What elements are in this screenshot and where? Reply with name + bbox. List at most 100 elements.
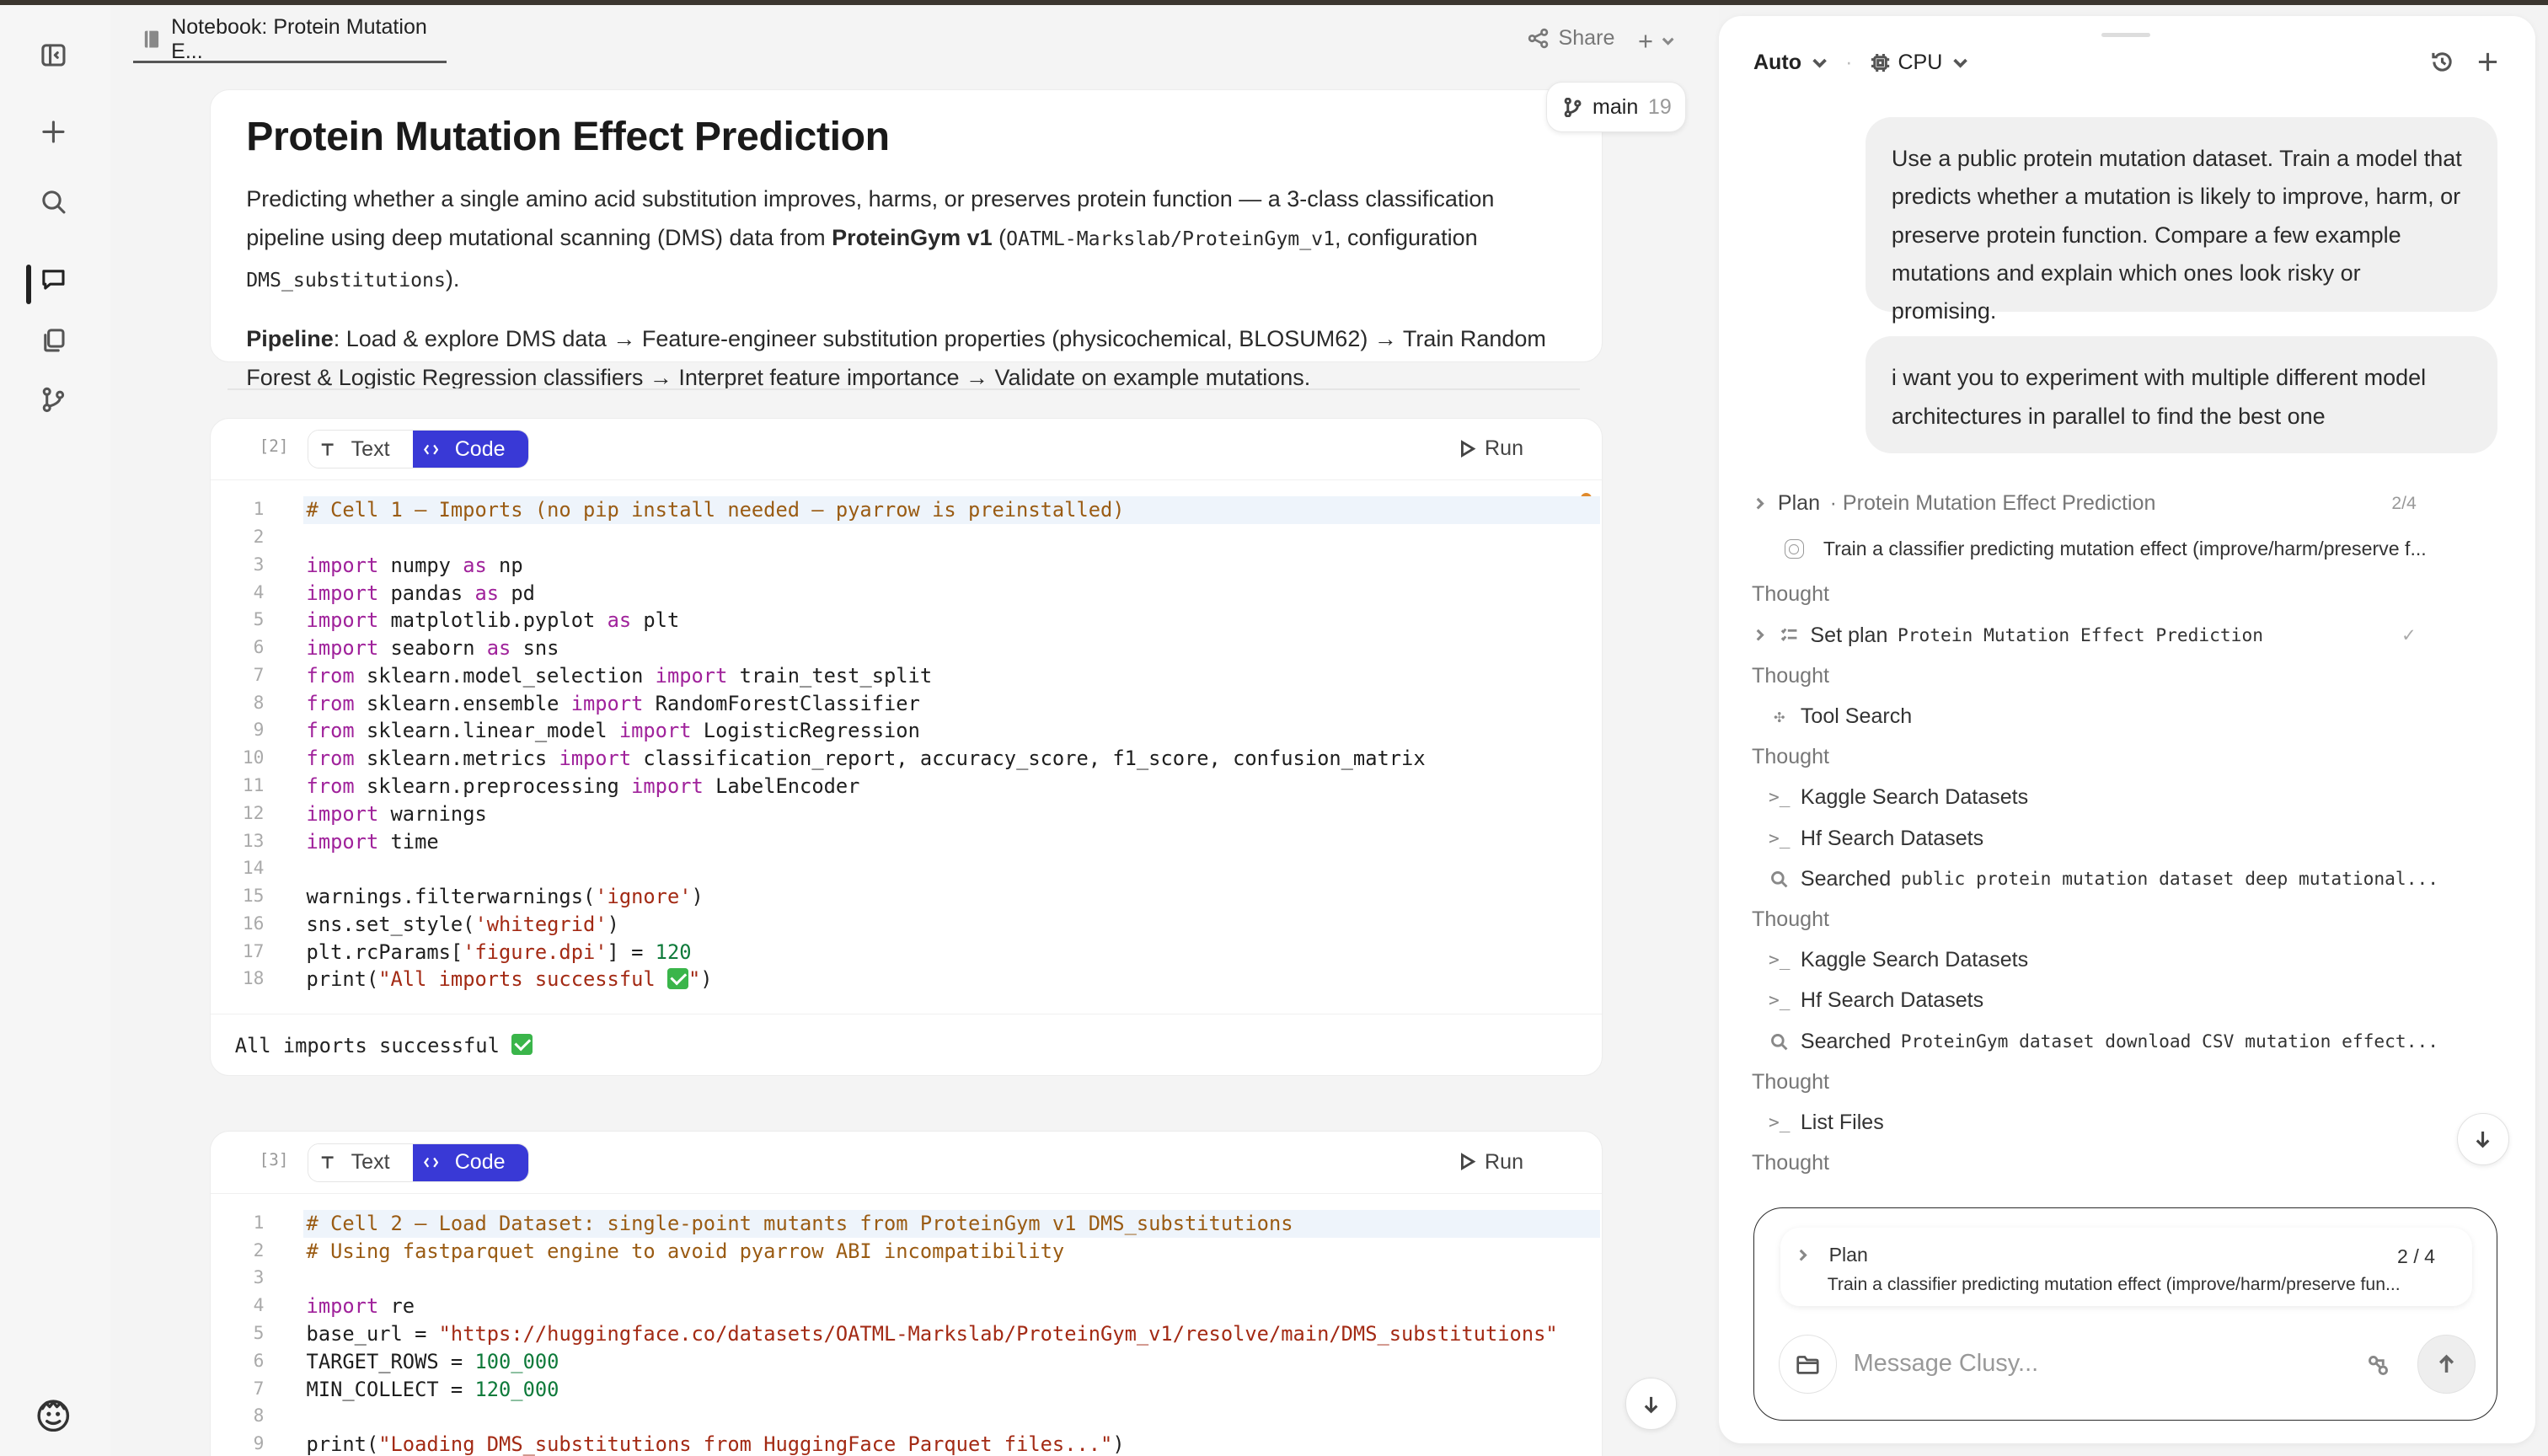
kaggle-search-row[interactable]: >_ Kaggle Search Datasets bbox=[1752, 944, 2467, 977]
thought-row[interactable]: Thought bbox=[1752, 660, 2467, 693]
cell-type-toggle[interactable]: Text Code bbox=[308, 430, 529, 469]
composer-plan-card[interactable]: Plan 2 / 4 Train a classifier predicting… bbox=[1780, 1228, 2473, 1306]
run-label: Run bbox=[1485, 1149, 1524, 1174]
files-icon[interactable] bbox=[35, 322, 71, 357]
terminal-icon: >_ bbox=[1769, 990, 1791, 1012]
kaggle-search-row[interactable]: >_ Kaggle Search Datasets bbox=[1752, 782, 2467, 815]
intro-text-4: ). bbox=[445, 265, 460, 292]
searched-label: Searched bbox=[1800, 1029, 1892, 1053]
sparkle-icon: ✣ bbox=[1774, 705, 1785, 727]
intro-bold: ProteinGym v1 bbox=[832, 225, 993, 251]
terminal-icon: >_ bbox=[1769, 950, 1791, 972]
cell-type-toggle[interactable]: Text Code bbox=[308, 1143, 529, 1183]
thought-row[interactable]: Thought bbox=[1752, 903, 2467, 936]
tools-button[interactable] bbox=[2367, 1353, 2390, 1384]
thought-row[interactable]: Thought bbox=[1752, 579, 2467, 612]
share-label: Share bbox=[1558, 25, 1615, 50]
code-line: 3 import numpy as np bbox=[253, 553, 523, 577]
new-chat-button[interactable] bbox=[2476, 51, 2499, 73]
composer-plan-task: Train a classifier predicting mutation e… bbox=[1827, 1275, 2401, 1294]
add-menu-button[interactable]: + bbox=[1638, 26, 1676, 56]
send-button[interactable] bbox=[2417, 1335, 2476, 1394]
text-toggle-label: Text bbox=[351, 1150, 390, 1175]
code-line: 5 import matplotlib.pyplot as plt bbox=[253, 608, 680, 633]
run-button[interactable]: Run bbox=[1459, 1150, 1523, 1175]
folder-icon bbox=[1796, 1355, 1819, 1374]
plan-task[interactable]: Train a classifier predicting mutation e… bbox=[1752, 533, 2467, 566]
history-button[interactable] bbox=[2431, 51, 2454, 73]
code-line: 13 import time bbox=[242, 829, 439, 854]
kaggle-search-label: Kaggle Search Datasets bbox=[1800, 785, 2029, 810]
branch-badge[interactable]: main 19 bbox=[1546, 82, 1686, 133]
code-editor[interactable]: 1 # Cell 2 — Load Dataset: single-point m… bbox=[231, 1209, 1600, 1456]
run-button[interactable]: Run bbox=[1459, 436, 1523, 461]
share-icon bbox=[1528, 28, 1549, 49]
scroll-down-button[interactable] bbox=[2457, 1113, 2509, 1165]
checkmark-icon bbox=[511, 1034, 533, 1056]
check-icon: ✓ bbox=[2401, 625, 2417, 645]
code-line: 12 import warnings bbox=[242, 801, 487, 826]
arrow-up-icon bbox=[2438, 1354, 2454, 1373]
play-icon bbox=[1461, 439, 1476, 458]
branch-icon[interactable] bbox=[35, 382, 71, 417]
plan-name: · Protein Mutation Effect Prediction bbox=[1829, 491, 2156, 516]
branch-icon bbox=[1564, 97, 1582, 117]
list-icon bbox=[1778, 624, 1801, 647]
code-line: 14 bbox=[242, 858, 265, 880]
cell-number: [3] bbox=[259, 1149, 289, 1170]
set-plan-row[interactable]: Set plan Protein Mutation Effect Predict… bbox=[1752, 619, 2467, 652]
attach-folder-button[interactable] bbox=[1778, 1335, 1838, 1394]
code-toggle-button[interactable]: Code bbox=[412, 1143, 528, 1182]
text-toggle-button[interactable]: Text bbox=[308, 1143, 413, 1182]
notebook-tab[interactable]: Notebook: Protein Mutation E... bbox=[133, 15, 447, 64]
web-search-row[interactable]: Searched public protein mutation dataset… bbox=[1752, 863, 2467, 896]
share-button[interactable]: Share bbox=[1528, 25, 1615, 51]
web-search-row[interactable]: Searched ProteinGym dataset download CSV… bbox=[1752, 1025, 2467, 1058]
code-cell-1[interactable]: [2] Text Code Run 1 # Cell 1 — Imports (n… bbox=[209, 417, 1603, 1076]
code-line: 17 plt.rcParams['figure.dpi'] = 120 bbox=[242, 939, 692, 964]
chevron-down-icon bbox=[1953, 58, 1967, 68]
hf-search-row[interactable]: >_ Hf Search Datasets bbox=[1752, 822, 2467, 855]
intro-paragraph: Predicting whether a single amino acid s… bbox=[246, 179, 1566, 300]
code-line: 7 MIN_COLLECT = 120_000 bbox=[253, 1377, 559, 1401]
chat-icon[interactable] bbox=[35, 262, 71, 297]
search-icon[interactable] bbox=[35, 184, 71, 219]
search-query: public protein mutation dataset deep mut… bbox=[1900, 868, 2438, 890]
code-editor[interactable]: 1 # Cell 1 — Imports (no pip install need… bbox=[231, 496, 1600, 993]
list-files-row[interactable]: >_ List Files bbox=[1752, 1106, 2467, 1139]
thought-row[interactable]: Thought bbox=[1752, 1148, 2467, 1180]
text-toggle-button[interactable]: Text bbox=[308, 431, 413, 468]
thought-row[interactable]: Thought bbox=[1752, 1066, 2467, 1099]
code-line: 8 from sklearn.ensemble import RandomFore… bbox=[253, 691, 920, 715]
markdown-cell[interactable]: main 19 Protein Mutation Effect Predicti… bbox=[209, 82, 1686, 390]
scroll-down-button[interactable] bbox=[1625, 1378, 1678, 1431]
user-avatar-icon[interactable] bbox=[35, 1398, 71, 1433]
thought-row[interactable]: Thought bbox=[1752, 741, 2467, 774]
tool-search-row[interactable]: ✣ Tool Search bbox=[1752, 700, 2467, 733]
pipeline-label: Pipeline bbox=[246, 326, 334, 352]
code-line: 4 import re bbox=[253, 1294, 415, 1319]
message-input[interactable]: Message Clusy... bbox=[1854, 1350, 2039, 1378]
chevron-right-icon bbox=[1756, 629, 1764, 641]
code-line: 1 # Cell 2 — Load Dataset: single-point m… bbox=[231, 1209, 1600, 1238]
compute-dropdown[interactable]: CPU bbox=[1871, 51, 1970, 75]
hf-search-row[interactable]: >_ Hf Search Datasets bbox=[1752, 985, 2467, 1018]
panel-grip[interactable] bbox=[2101, 32, 2150, 38]
plan-row[interactable]: Plan · Protein Mutation Effect Predictio… bbox=[1752, 488, 2467, 521]
play-icon bbox=[1461, 1153, 1476, 1171]
intro-code-config: DMS_substitutions bbox=[246, 269, 446, 292]
code-toggle-button[interactable]: Code bbox=[412, 431, 528, 468]
composer-plan-header: Plan bbox=[1795, 1244, 1868, 1266]
composer-plan-label: Plan bbox=[1828, 1244, 1868, 1266]
plan-progress: 2/4 bbox=[2391, 493, 2417, 513]
chevron-right-icon bbox=[1756, 497, 1764, 510]
set-plan-argument: Protein Mutation Effect Prediction bbox=[1897, 624, 2263, 646]
set-plan-label: Set plan bbox=[1810, 623, 1888, 647]
code-cell-2[interactable]: [3] Text Code Run 1 # Cell 2 — Load Datas… bbox=[209, 1131, 1603, 1456]
sidebar-toggle-icon[interactable] bbox=[35, 37, 71, 72]
text-toggle-label: Text bbox=[351, 436, 390, 461]
mode-dropdown[interactable]: Auto bbox=[1753, 51, 1829, 75]
pipeline-paragraph: Pipeline: Load & explore DMS data → Feat… bbox=[246, 319, 1566, 398]
code-line: 6 TARGET_ROWS = 100_000 bbox=[253, 1349, 559, 1373]
new-icon[interactable] bbox=[35, 114, 71, 149]
